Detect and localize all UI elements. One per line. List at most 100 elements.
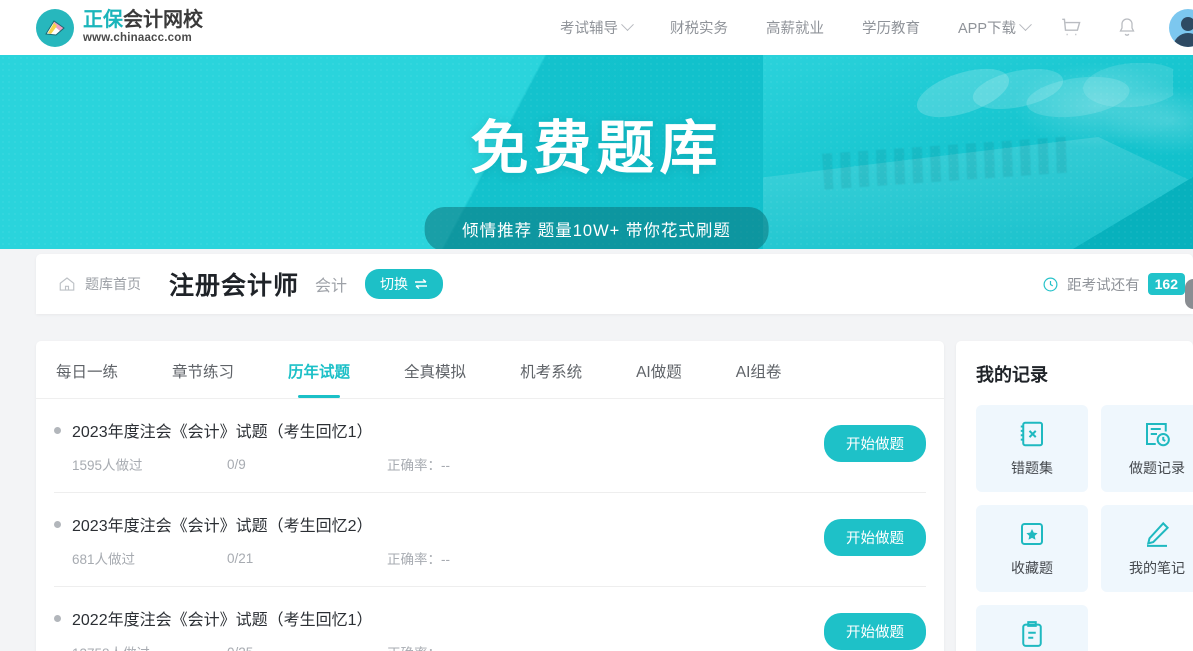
nav-label-1: 财税实务 [670, 21, 728, 37]
exam-row[interactable]: 2023年度注会《会计》试题（考生回忆2） 681人做过 0/21 正确率：--… [54, 493, 926, 587]
logo-brand-teal: 正保 [83, 9, 123, 32]
tab-label-2: 历年试题 [288, 364, 351, 381]
nav-item-3[interactable]: 学历教育 [862, 17, 920, 38]
my-records-panel: 我的记录 错题集 做题记录 收藏题 我的笔记 [956, 279, 1193, 651]
exam-people-count: 13758人做过 [72, 642, 227, 651]
my-records-title: 我的记录 [976, 365, 1048, 385]
nav-item-1[interactable]: 财税实务 [670, 17, 728, 38]
record-card-label: 收藏题 [1011, 560, 1053, 576]
record-card-favorites[interactable]: 收藏题 [976, 505, 1088, 592]
record-card-label: 做题记录 [1129, 460, 1185, 476]
bullet-dot-icon [54, 426, 61, 434]
wrong-question-book-icon [1020, 421, 1043, 447]
logo-url: www.chinaacc.com [83, 32, 192, 45]
record-card-label: 错题集 [1011, 460, 1053, 476]
history-record-icon [1146, 423, 1170, 447]
exam-list: 2023年度注会《会计》试题（考生回忆1） 1595人做过 0/9 正确率：--… [36, 399, 944, 651]
panel-collapse-handle[interactable] [1185, 279, 1193, 309]
nav-item-2[interactable]: 高薪就业 [766, 17, 824, 38]
bullet-dot-icon [54, 614, 61, 622]
nav-label-3: 学历教育 [862, 21, 920, 37]
exam-people-count: 1595人做过 [72, 458, 143, 473]
star-bookmark-icon [1021, 523, 1043, 545]
site-logo[interactable]: 正保会计网校 www.chinaacc.com [36, 8, 203, 47]
exam-row[interactable]: 2022年度注会《会计》试题（考生回忆1） 13758人做过 0/25 正确率：… [54, 587, 926, 651]
exam-row[interactable]: 2023年度注会《会计》试题（考生回忆1） 1595人做过 0/9 正确率：--… [54, 399, 926, 493]
tab-label-0: 每日一练 [56, 364, 119, 381]
clock-icon [1043, 277, 1058, 291]
my-records-grid: 错题集 做题记录 收藏题 我的笔记 [976, 405, 1193, 651]
page-title: 注册会计师 [169, 272, 300, 300]
record-card-history[interactable]: 做题记录 [1101, 405, 1193, 492]
user-avatar[interactable] [1169, 8, 1193, 47]
exam-title-wrap: 2022年度注会《会计》试题（考生回忆1） [54, 606, 926, 630]
exam-accuracy: 正确率：-- [387, 458, 450, 473]
cart-icon[interactable] [1059, 15, 1085, 41]
book-logo-icon [36, 8, 74, 47]
exam-tabs: 每日一练 章节练习 历年试题 全真模拟 机考系统 AI做题 AI组卷 [36, 341, 944, 399]
chevron-down-icon [1019, 18, 1032, 32]
nav-label-4: APP下载 [958, 21, 1017, 37]
tab-ai-practice[interactable]: AI做题 [636, 360, 682, 398]
tab-label-6: AI组卷 [735, 364, 782, 381]
countdown-days-badge: 162 [1147, 273, 1185, 295]
nav-item-0[interactable]: 考试辅导 [560, 17, 634, 38]
exam-title: 2022年度注会《会计》试题（考生回忆1） [72, 612, 373, 629]
bullet-dot-icon [54, 520, 61, 528]
site-header: 正保会计网校 www.chinaacc.com 考试辅导 财税实务 高薪就业 学… [0, 0, 1193, 55]
home-icon [59, 277, 75, 291]
record-card-notes[interactable]: 我的笔记 [1101, 505, 1193, 592]
main-navigation: 考试辅导 财税实务 高薪就业 学历教育 APP下载 [560, 17, 1032, 38]
switch-subject-button[interactable]: 切换 [365, 269, 444, 299]
switch-button-label: 切换 [380, 276, 409, 292]
exam-title-wrap: 2023年度注会《会计》试题（考生回忆1） [54, 418, 926, 442]
page-subject: 会计 [315, 278, 348, 295]
tab-past-papers[interactable]: 历年试题 [288, 360, 350, 398]
record-card-label: 我的笔记 [1129, 560, 1185, 576]
banner-subtitle-pill: 倾情推荐 题量10W+ 带你花式刷题 [424, 207, 769, 249]
banner-title: 免费题库 [470, 116, 723, 181]
tab-ai-paper[interactable]: AI组卷 [736, 360, 782, 398]
chevron-down-icon [621, 18, 634, 32]
tab-label-1: 章节练习 [172, 364, 235, 381]
breadcrumb-home[interactable]: 题库首页 [58, 274, 141, 294]
exam-progress: 0/9 [227, 456, 246, 472]
record-card-wrong-questions[interactable]: 错题集 [976, 405, 1088, 492]
swap-arrows-icon [415, 278, 428, 290]
start-exam-button[interactable]: 开始做题 [824, 613, 926, 650]
tab-label-5: AI做题 [636, 364, 682, 381]
exam-meta: 681人做过 0/21 正确率：-- [72, 548, 926, 568]
start-exam-button[interactable]: 开始做题 [824, 519, 926, 556]
tab-daily-practice[interactable]: 每日一练 [56, 360, 118, 398]
exam-title: 2023年度注会《会计》试题（考生回忆2） [72, 518, 373, 535]
tab-chapter-practice[interactable]: 章节练习 [172, 360, 234, 398]
nav-item-4[interactable]: APP下载 [958, 17, 1032, 38]
bell-icon[interactable] [1115, 16, 1139, 40]
exam-meta: 1595人做过 0/9 正确率：-- [72, 454, 926, 474]
exam-people-count: 681人做过 [72, 552, 136, 567]
tab-cbt-system[interactable]: 机考系统 [520, 360, 582, 398]
start-exam-button[interactable]: 开始做题 [824, 425, 926, 462]
record-card-report[interactable]: 做题报告 [976, 605, 1088, 651]
exam-countdown: 距考试还有 162 [1042, 273, 1185, 295]
exam-panel: 每日一练 章节练习 历年试题 全真模拟 机考系统 AI做题 AI组卷 2023年… [36, 341, 944, 651]
exam-title-wrap: 2023年度注会《会计》试题（考生回忆2） [54, 512, 926, 536]
tab-label-3: 全真模拟 [404, 364, 467, 381]
pencil-note-icon [1146, 521, 1170, 547]
breadcrumb-home-label: 题库首页 [85, 276, 141, 292]
exam-progress: 0/25 [227, 645, 387, 651]
exam-accuracy: 正确率：-- [387, 642, 450, 651]
exam-accuracy: 正确率：-- [387, 552, 450, 567]
exam-meta: 13758人做过 0/25 正确率：-- [72, 642, 926, 651]
exam-progress: 0/21 [227, 550, 254, 566]
logo-brand-dark: 会计网校 [123, 9, 203, 32]
breadcrumb-bar: 题库首页 注册会计师 会计 切换 距考试还有 162 [36, 254, 1193, 314]
logo-wordmark: 正保会计网校 www.chinaacc.com [83, 10, 203, 45]
report-clipboard-icon [1022, 621, 1042, 647]
nav-label-2: 高薪就业 [766, 21, 824, 37]
tab-full-mock[interactable]: 全真模拟 [404, 360, 466, 398]
exam-title: 2023年度注会《会计》试题（考生回忆1） [72, 424, 373, 441]
tab-label-4: 机考系统 [520, 364, 583, 381]
countdown-label: 距考试还有 [1067, 277, 1140, 294]
avatar-body [1173, 32, 1193, 47]
